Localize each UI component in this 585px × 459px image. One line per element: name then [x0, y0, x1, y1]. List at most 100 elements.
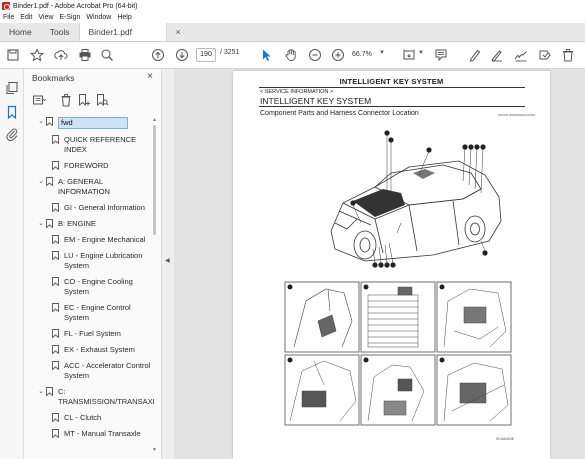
tab-document-label: Binder1.pdf: [88, 27, 133, 37]
new-bookmark-icon[interactable]: [77, 93, 91, 107]
bookmark-item-general-information[interactable]: ⌄ A: GENERAL INFORMATION: [24, 177, 154, 197]
highlight-pen-icon[interactable]: [468, 48, 482, 62]
bookmark-label: C: TRANSMISSION/TRANSAXLE: [58, 387, 154, 406]
window-title: Binder1.pdf - Adobe Acrobat Pro (64-bit): [13, 2, 138, 10]
bookmark-icon: [52, 413, 59, 422]
panel-splitter[interactable]: ◀: [162, 69, 174, 459]
bookmark-icon: [46, 177, 53, 186]
bookmark-icon: [52, 329, 59, 338]
zoom-out-icon[interactable]: [308, 48, 322, 62]
bookmark-label: ACC - Accelerator Control System: [64, 361, 151, 380]
bookmark-icon: [46, 219, 53, 228]
chevron-down-icon[interactable]: ⌄: [37, 387, 45, 397]
document-view[interactable]: INTELLIGENT KEY SYSTEM < SERVICE INFORMA…: [174, 69, 585, 459]
trash-icon[interactable]: [59, 93, 73, 107]
menu-edit[interactable]: Edit: [20, 14, 32, 21]
bookmark-item-engine[interactable]: ⌄ B: ENGINE: [24, 219, 154, 229]
chevron-down-icon[interactable]: ⌄: [37, 117, 45, 127]
hand-tool-icon[interactable]: [284, 48, 298, 62]
print-icon[interactable]: [78, 48, 92, 62]
sign-icon[interactable]: [514, 48, 528, 62]
menu-esign[interactable]: E-Sign: [59, 14, 80, 21]
send-icon[interactable]: [538, 48, 552, 62]
draw-icon[interactable]: [490, 48, 504, 62]
bookmarks-header: Bookmarks: [32, 73, 75, 83]
bookmarks-panel-icon[interactable]: [5, 105, 19, 120]
bookmark-item-co[interactable]: CO - Engine Cooling System: [24, 277, 154, 297]
previous-page-icon[interactable]: [151, 48, 165, 62]
bookmark-item-ex[interactable]: EX - Exhaust System: [24, 345, 154, 355]
bookmark-item-fwd[interactable]: ⌄ fwd: [24, 117, 154, 129]
bookmark-icon: [52, 429, 59, 438]
bookmark-icon: [46, 387, 53, 396]
bookmark-label: B: ENGINE: [58, 219, 96, 228]
collapse-panel-icon[interactable]: ◀: [165, 257, 170, 264]
bookmark-item-fl[interactable]: FL - Fuel System: [24, 329, 154, 339]
tab-home-label: Home: [9, 27, 32, 37]
title-bar: Binder1.pdf - Adobe Acrobat Pro (64-bit): [0, 0, 585, 12]
bookmark-label: MT - Manual Transaxle: [64, 429, 141, 438]
menu-window[interactable]: Window: [86, 14, 111, 21]
page-fit-icon[interactable]: [402, 48, 416, 62]
options-menu-icon[interactable]: [32, 93, 47, 107]
bookmark-item-ec[interactable]: EC - Engine Control System: [24, 303, 154, 323]
vehicle-component-diagram: [330, 130, 502, 268]
select-cursor-icon[interactable]: [259, 48, 273, 62]
left-nav-strip: [0, 69, 24, 459]
bookmarks-toolbar: [32, 93, 152, 107]
page-number-input[interactable]: 190: [196, 48, 216, 62]
bookmark-icon: [52, 361, 59, 370]
bookmark-label: EX - Exhaust System: [64, 345, 135, 354]
section-subtitle: Component Parts and Harness Connector Lo…: [260, 110, 419, 117]
bookmark-label: GI - General Information: [64, 203, 145, 212]
delete-icon[interactable]: [561, 48, 575, 62]
menu-view[interactable]: View: [38, 14, 53, 21]
scroll-up-icon[interactable]: ▲: [152, 117, 157, 123]
bookmark-item-em[interactable]: EM - Engine Mechanical: [24, 235, 154, 245]
chevron-down-icon[interactable]: ⌄: [37, 177, 45, 187]
bookmark-list: ⌄ fwd QUICK REFERENCE INDEX FOREWORD ⌄ A…: [24, 117, 154, 453]
toolbar: 190 / 3251 66.7% ▼ ▼: [0, 42, 585, 69]
bookmark-item-cl[interactable]: CL - Clutch: [24, 413, 154, 423]
menu-bar: File Edit View E-Sign Window Help: [0, 12, 585, 23]
attachment-icon[interactable]: [5, 127, 19, 142]
next-page-icon[interactable]: [175, 48, 189, 62]
bookmark-icon: [52, 303, 59, 312]
bookmark-label: LU - Engine Lubrication System: [64, 251, 143, 270]
close-icon[interactable]: ×: [147, 71, 153, 82]
tab-bar: Home Tools Binder1.pdf ×: [0, 23, 585, 42]
bookmark-item-acc[interactable]: ACC - Accelerator Control System: [24, 361, 154, 381]
bookmark-item-foreword[interactable]: FOREWORD: [24, 161, 154, 171]
bookmark-icon: [52, 161, 59, 170]
tab-tools[interactable]: Tools: [41, 23, 79, 41]
scrollbar-thumb[interactable]: [153, 125, 156, 235]
tab-close-button[interactable]: ×: [167, 23, 190, 41]
save-icon[interactable]: [6, 48, 20, 62]
bookmark-item-gi[interactable]: GI - General Information: [24, 203, 154, 213]
bookmark-item-mt[interactable]: MT - Manual Transaxle: [24, 429, 154, 439]
search-icon[interactable]: [100, 48, 114, 62]
cloud-upload-icon[interactable]: [54, 48, 68, 62]
bookmark-item-transmission[interactable]: ⌄ C: TRANSMISSION/TRANSAXLE: [24, 387, 154, 407]
tab-document[interactable]: Binder1.pdf: [78, 23, 167, 41]
chevron-down-icon[interactable]: ⌄: [37, 219, 45, 229]
page-thumbnails-icon[interactable]: [5, 81, 19, 95]
star-icon[interactable]: [29, 48, 45, 62]
chevron-down-icon[interactable]: ▼: [379, 50, 385, 56]
scroll-down-icon[interactable]: ▼: [152, 447, 157, 453]
section-title: INTELLIGENT KEY SYSTEM: [260, 96, 372, 106]
bookmark-label: QUICK REFERENCE INDEX: [64, 135, 137, 154]
menu-help[interactable]: Help: [117, 14, 131, 21]
bookmark-item-lu[interactable]: LU - Engine Lubrication System: [24, 251, 154, 271]
menu-file[interactable]: File: [3, 14, 14, 21]
bookmarks-panel: Bookmarks × ⌄ fwd QUICK REFERENCE INDEX …: [24, 69, 162, 459]
close-icon: ×: [175, 27, 181, 37]
bookmark-icon: [52, 235, 59, 244]
zoom-in-icon[interactable]: [331, 48, 345, 62]
bookmark-item-quick-reference-index[interactable]: QUICK REFERENCE INDEX: [24, 135, 154, 155]
comment-icon[interactable]: [434, 48, 448, 62]
bookmark-search-icon[interactable]: [95, 93, 109, 107]
tab-home[interactable]: Home: [0, 23, 41, 41]
chevron-down-icon[interactable]: ▼: [418, 50, 424, 56]
bookmarks-scrollbar[interactable]: ▲ ▼: [152, 117, 157, 453]
